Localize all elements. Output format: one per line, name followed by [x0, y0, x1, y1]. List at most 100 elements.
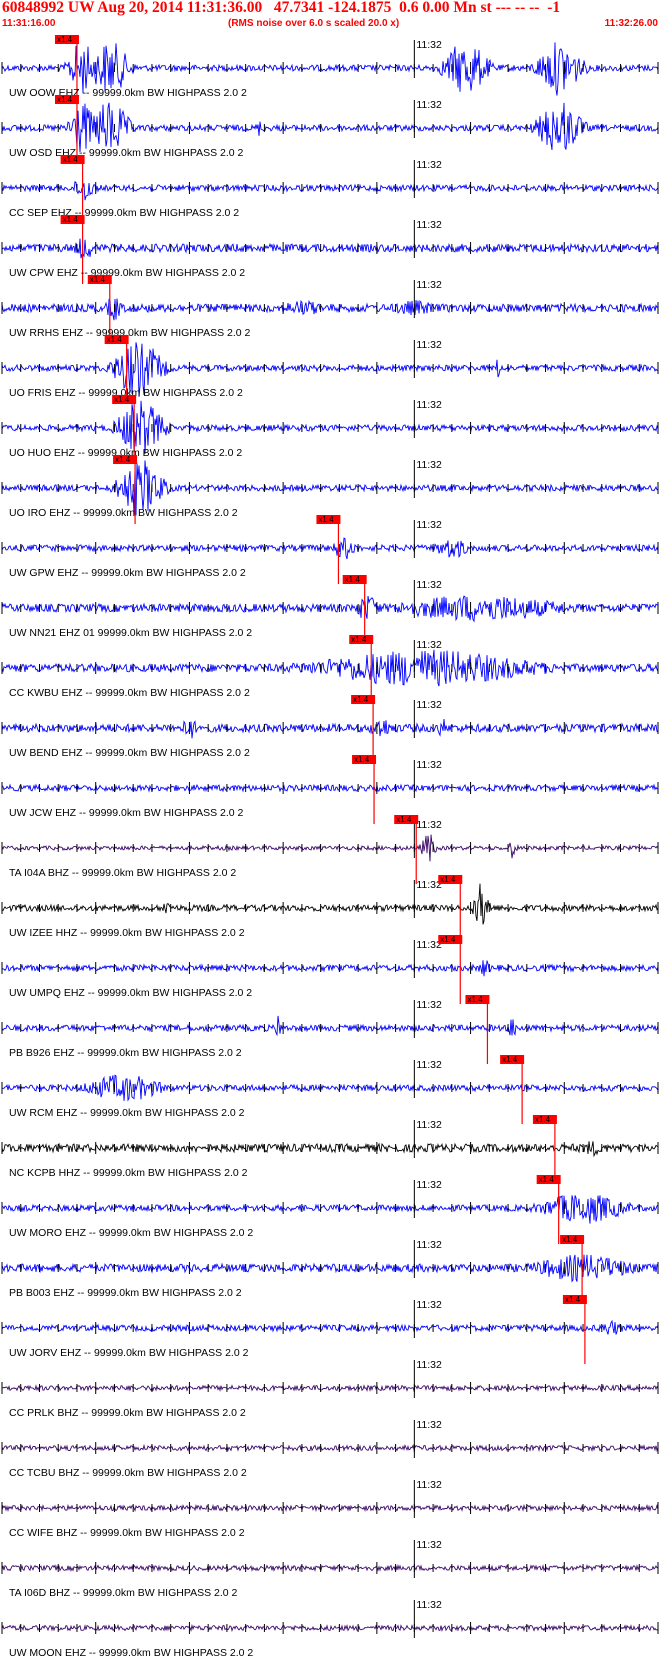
waveform: [1, 1623, 659, 1633]
pick-scale-label: x1.4: [63, 155, 79, 164]
minute-mark-label: 11:32: [416, 279, 442, 291]
minute-mark-label: 11:32: [416, 339, 442, 351]
trace-4: 11:32x1.4UW CPW EHZ -- 99999.0km BW HIGH…: [1, 215, 659, 284]
trace-25: 11:32 CC WIFE BHZ -- 99999.0km BW HIGHPAS…: [1, 1479, 659, 1539]
trace-17: 11:32 x1.4 PB B926 EHZ -- 99999.0km BW HIG…: [1, 995, 659, 1064]
minute-mark-label: 11:32: [416, 579, 442, 591]
station-label: UO IRO EHZ -- 99999.0km BW HIGHPASS 2.0 …: [9, 507, 238, 519]
station-label: UW MOON EHZ -- 99999.0km BW HIGHPASS 2.0…: [9, 1647, 253, 1658]
trace-23: 11:32 CC PRLK BHZ -- 99999.0km BW HIGHPAS…: [1, 1359, 659, 1419]
trace-21: 11:32 x1.4 PB B003 EHZ -- 99999.0km BW HIG…: [1, 1235, 659, 1304]
minute-mark-label: 11:32: [416, 999, 442, 1011]
minute-mark-label: 11:32: [416, 459, 442, 471]
station-label: UW OOW EHZ -- 99999.0km BW HIGHPASS 2.0 …: [9, 87, 247, 99]
waveform: [1, 1015, 659, 1037]
minute-mark-label: 11:32: [416, 1479, 442, 1491]
station-label: CC PRLK BHZ -- 99999.0km BW HIGHPASS 2.0…: [9, 1407, 246, 1419]
waveform: [1, 1254, 659, 1283]
station-label: UW OSD EHZ -- 99999.0km BW HIGHPASS 2.0 …: [9, 147, 244, 159]
station-label: NC KCPB HHZ -- 99999.0km BW HIGHPASS 2.0…: [9, 1167, 248, 1179]
minute-mark-label: 11:32: [416, 1239, 442, 1251]
trace-11: 11:32 x1.4 CC KWBU EHZ -- 99999.0km BW HIG…: [1, 635, 659, 704]
minute-mark-label: 11:32: [416, 1299, 442, 1311]
station-label: UW BEND EHZ -- 99999.0km BW HIGHPASS 2.0…: [9, 747, 250, 759]
minute-mark-label: 11:32: [416, 1179, 442, 1191]
pick-scale-label: x1.4: [57, 35, 73, 44]
minute-mark-label: 11:32: [416, 99, 442, 111]
waveform: [1, 102, 659, 153]
station-label: UW MORO EHZ -- 99999.0km BW HIGHPASS 2.0…: [9, 1227, 253, 1239]
waveform: [1, 649, 659, 687]
minute-mark-label: 11:32: [416, 1359, 442, 1371]
trace-7: 11:32x1.4UO HUO EHZ -- 99999.0km BW HIGH…: [1, 395, 659, 464]
station-label: TA I06D BHZ -- 99999.0km BW HIGHPASS 2.0…: [9, 1587, 238, 1599]
pick-scale-label: x1.4: [63, 215, 79, 224]
waveform: [1, 537, 659, 560]
waveform: [1, 1503, 659, 1513]
trace-5: 11:32x1.4UW RRHS EHZ -- 99999.0km BW HIG…: [1, 275, 659, 344]
seismogram-plot: 11:32x1.4UW OOW EHZ -- 99999.0km BW HIGH…: [1, 35, 659, 1658]
trace-8: 11:32 x1.4 UO IRO EHZ -- 99999.0km BW HIGH…: [1, 455, 659, 524]
trace-16: 11:32x1.4UW UMPQ EHZ -- 99999.0km BW HIG…: [1, 935, 659, 1004]
minute-mark-label: 11:32: [416, 519, 442, 531]
pick-scale-label: x1.4: [345, 575, 361, 584]
station-label: CC KWBU EHZ -- 99999.0km BW HIGHPASS 2.0…: [9, 687, 250, 699]
waveform: [1, 883, 659, 925]
trace-22: 11:32 x1.4 UW JORV EHZ -- 99999.0km BW HIG…: [1, 1295, 659, 1364]
minute-mark-label: 11:32: [416, 399, 442, 411]
trace-24: 11:32 CC TCBU BHZ -- 99999.0km BW HIGHPAS…: [1, 1419, 659, 1479]
waveform: [1, 1319, 659, 1335]
minute-mark-label: 11:32: [416, 1419, 442, 1431]
station-label: TA I04A BHZ -- 99999.0km BW HIGHPASS 2.0…: [9, 867, 236, 879]
trace-10: 11:32 x1.4 UW NN21 EHZ 01 99999.0km BW HIG…: [1, 575, 659, 644]
pick-scale-label: x1.4: [57, 95, 73, 104]
pick-scale-label: x1.4: [114, 395, 130, 404]
pick-scale-label: x1.4: [318, 515, 334, 524]
station-label: UW RRHS EHZ -- 99999.0km BW HIGHPASS 2.0…: [9, 327, 251, 339]
pick-scale-label: x1.4: [562, 1235, 578, 1244]
waveform: [1, 783, 659, 793]
waveform: [1, 960, 659, 977]
minute-mark-label: 11:32: [416, 759, 442, 771]
waveform: [1, 1141, 659, 1158]
pick-scale-label: x1.4: [90, 275, 106, 284]
pick-scale-label: x1.4: [440, 875, 456, 884]
trace-27: 11:32 UW MOON EHZ -- 99999.0km BW HIGHPAS…: [1, 1599, 659, 1658]
station-label: CC SEP EHZ -- 99999.0km BW HIGHPASS 2.0 …: [9, 207, 239, 219]
station-label: UW UMPQ EHZ -- 99999.0km BW HIGHPASS 2.0…: [9, 987, 252, 999]
trace-3: 11:32x1.4CC SEP EHZ -- 99999.0km BW HIGH…: [1, 155, 659, 224]
station-label: UW JCW EHZ -- 99999.0km BW HIGHPASS 2.0 …: [9, 807, 244, 819]
minute-mark-label: 11:32: [416, 1119, 442, 1131]
pick-scale-label: x1.4: [107, 335, 123, 344]
minute-mark-label: 11:32: [416, 1059, 442, 1071]
station-label: UW CPW EHZ -- 99999.0km BW HIGHPASS 2.0 …: [9, 267, 245, 279]
station-label: UW JORV EHZ -- 99999.0km BW HIGHPASS 2.0…: [9, 1347, 249, 1359]
waveform: [1, 1443, 659, 1453]
minute-mark-label: 11:32: [416, 219, 442, 231]
station-label: UW IZEE HHZ -- 99999.0km BW HIGHPASS 2.0…: [9, 927, 245, 939]
trace-20: 11:32 x1.4 UW MORO EHZ -- 99999.0km BW HIG…: [1, 1175, 659, 1244]
minute-mark-label: 11:32: [416, 639, 442, 651]
minute-mark-label: 11:32: [416, 1599, 442, 1611]
trace-13: 11:32 x1.4 UW JCW EHZ -- 99999.0km BW HIGH…: [1, 755, 659, 824]
waveform: [1, 1383, 659, 1393]
waveform: [1, 719, 659, 739]
waveform: [1, 834, 659, 862]
trace-12: 11:32 x1.4 UW BEND EHZ -- 99999.0km BW HIG…: [1, 695, 659, 764]
minute-mark-label: 11:32: [416, 39, 442, 51]
station-label: PB B926 EHZ -- 99999.0km BW HIGHPASS 2.0…: [9, 1047, 242, 1059]
pick-scale-label: x1.4: [351, 635, 367, 644]
waveform: [1, 298, 659, 321]
trace-2: 11:32x1.4UW OSD EHZ -- 99999.0km BW HIGH…: [1, 95, 659, 164]
trace-15: 11:32x1.4 UW IZEE HHZ -- 99999.0km BW HIG…: [1, 875, 659, 944]
waveform: [1, 181, 659, 201]
minute-mark-label: 11:32: [416, 879, 442, 891]
station-label: CC WIFE BHZ -- 99999.0km BW HIGHPASS 2.0…: [9, 1527, 245, 1539]
pick-scale-label: x1.4: [565, 1295, 581, 1304]
waveform: [1, 1074, 659, 1102]
trace-9: 11:32 x1.4 UW GPW EHZ -- 99999.0km BW HIGH…: [1, 515, 659, 584]
pick-scale-label: x1.4: [354, 755, 370, 764]
station-label: UW GPW EHZ -- 99999.0km BW HIGHPASS 2.0 …: [9, 567, 246, 579]
trace-26: 11:32 TA I06D BHZ -- 99999.0km BW HIGHPAS…: [1, 1539, 659, 1599]
minute-mark-label: 11:32: [416, 1539, 442, 1551]
